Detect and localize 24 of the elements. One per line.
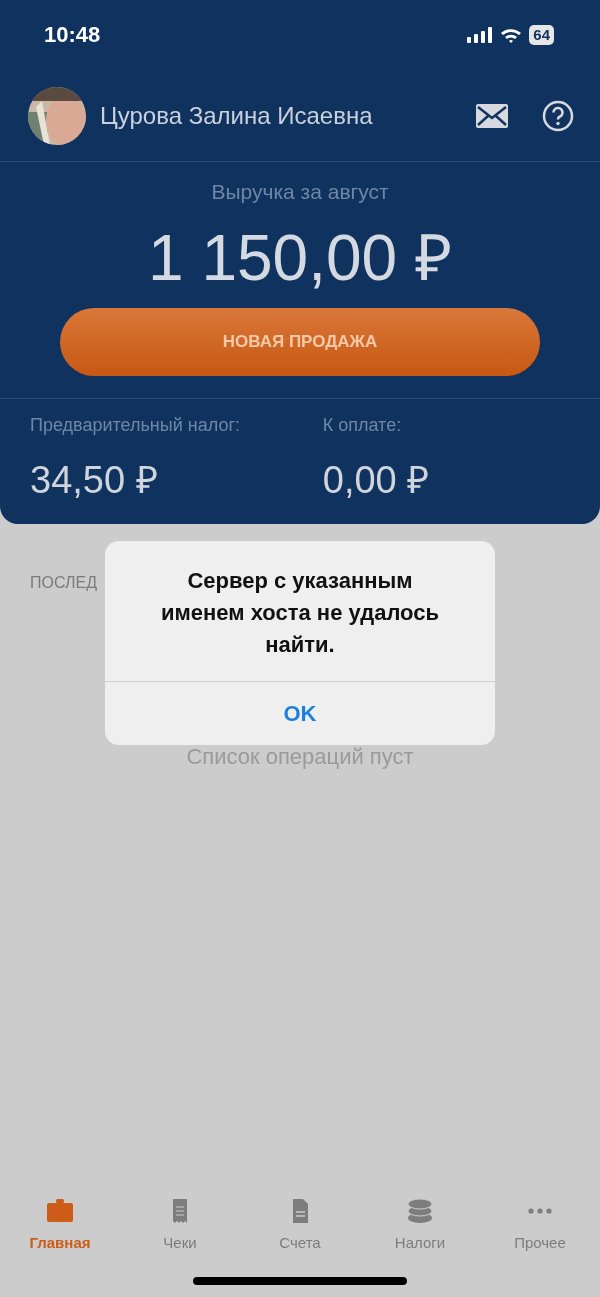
summary-value: 0,00 ₽: [322, 458, 431, 503]
revenue-amount: 1 150,00 ₽: [148, 221, 452, 296]
summary-label: К оплате:: [322, 415, 403, 436]
tab[interactable]: Налоги: [360, 1195, 480, 1277]
tab[interactable]: Прочее: [480, 1195, 600, 1277]
alert-message: Сервер с указанным именем хоста не удалось найти.: [160, 567, 440, 659]
battery-level: 64: [529, 25, 554, 45]
help-icon[interactable]: [542, 99, 574, 132]
tab[interactable]: Главная: [0, 1195, 120, 1277]
mail-icon[interactable]: [476, 103, 508, 128]
more-icon: [528, 1208, 552, 1214]
tab[interactable]: Чеки: [120, 1195, 240, 1277]
revenue-label: Выручка за август: [211, 180, 389, 204]
status-time: 10:48: [44, 22, 101, 48]
signal-icon: [467, 27, 494, 43]
new-sale-button[interactable]: НОВАЯ ПРОДАЖА: [60, 308, 540, 376]
user-name: Цурова Залина Исаевна: [100, 101, 374, 130]
coins-icon: [405, 1196, 435, 1226]
section-heading: ПОСЛЕД: [30, 574, 97, 592]
summary-value: 34,50 ₽: [30, 458, 159, 503]
tab[interactable]: Счета: [240, 1195, 360, 1277]
ok-button[interactable]: OK: [105, 681, 495, 745]
wifi-icon: [500, 27, 523, 43]
summary-label: Предварительный налог:: [30, 415, 241, 436]
